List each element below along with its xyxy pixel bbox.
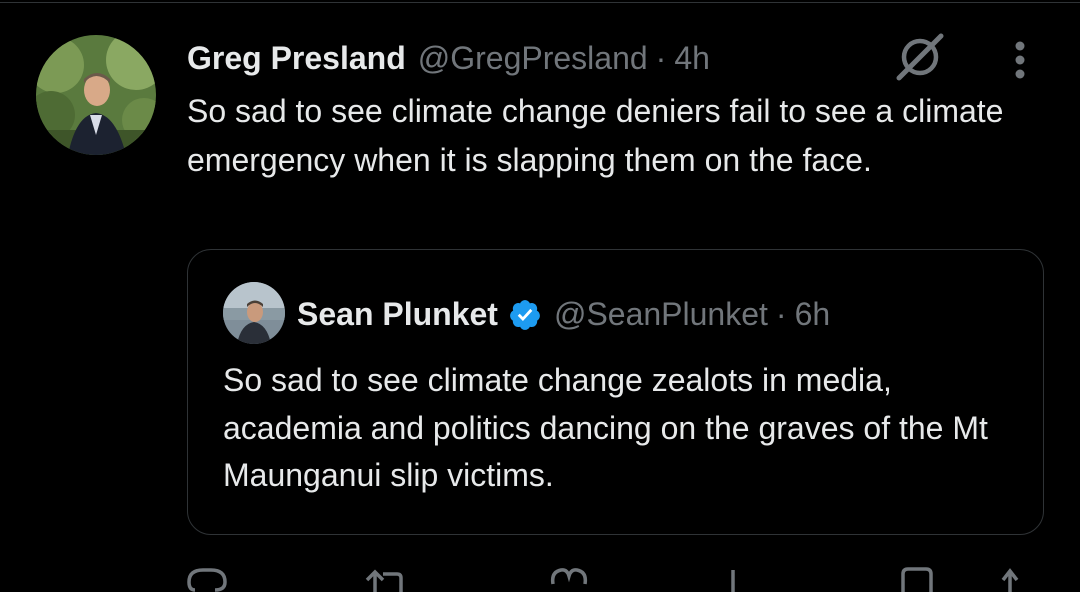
- separator: ·: [775, 296, 787, 332]
- views-icon: [723, 562, 753, 592]
- bookmark-icon: [899, 562, 935, 592]
- bookmark-button[interactable]: [899, 562, 935, 592]
- repost-icon: [363, 562, 409, 592]
- quoted-tweet[interactable]: Sean Plunket @SeanPlunket · 6h So sad to…: [187, 249, 1044, 535]
- quoted-timestamp[interactable]: 6h: [795, 290, 831, 338]
- like-icon: [549, 562, 589, 592]
- more-vertical-icon[interactable]: [1004, 38, 1036, 82]
- tweet-actions: [187, 562, 1037, 592]
- repost-button[interactable]: [363, 562, 415, 592]
- author-name[interactable]: Greg Presland: [187, 36, 406, 80]
- reply-icon: [187, 562, 227, 592]
- tweet[interactable]: Greg Presland @GregPresland · 4h So sad …: [0, 0, 1080, 592]
- separator: ·: [655, 40, 667, 76]
- tweet-header: Greg Presland @GregPresland · 4h: [187, 36, 710, 80]
- reply-button[interactable]: [187, 562, 233, 592]
- grok-icon[interactable]: [893, 32, 947, 82]
- views-button[interactable]: [723, 562, 759, 592]
- quoted-author-name[interactable]: Sean Plunket: [297, 290, 498, 338]
- verified-badge-icon: [508, 297, 542, 331]
- quoted-tweet-header: Sean Plunket @SeanPlunket · 6h: [297, 290, 830, 338]
- timestamp[interactable]: 4h: [674, 36, 710, 80]
- share-button[interactable]: [995, 562, 1025, 592]
- divider: [0, 2, 1080, 3]
- share-icon: [995, 562, 1025, 592]
- tweet-text: So sad to see climate change deniers fai…: [187, 93, 1004, 178]
- quoted-author-avatar[interactable]: [223, 282, 285, 344]
- author-handle[interactable]: @GregPresland: [418, 36, 648, 80]
- quoted-author-handle[interactable]: @SeanPlunket: [554, 290, 768, 338]
- author-avatar[interactable]: [36, 35, 156, 155]
- quoted-tweet-text: So sad to see climate change zealots in …: [223, 362, 988, 493]
- like-button[interactable]: [549, 562, 595, 592]
